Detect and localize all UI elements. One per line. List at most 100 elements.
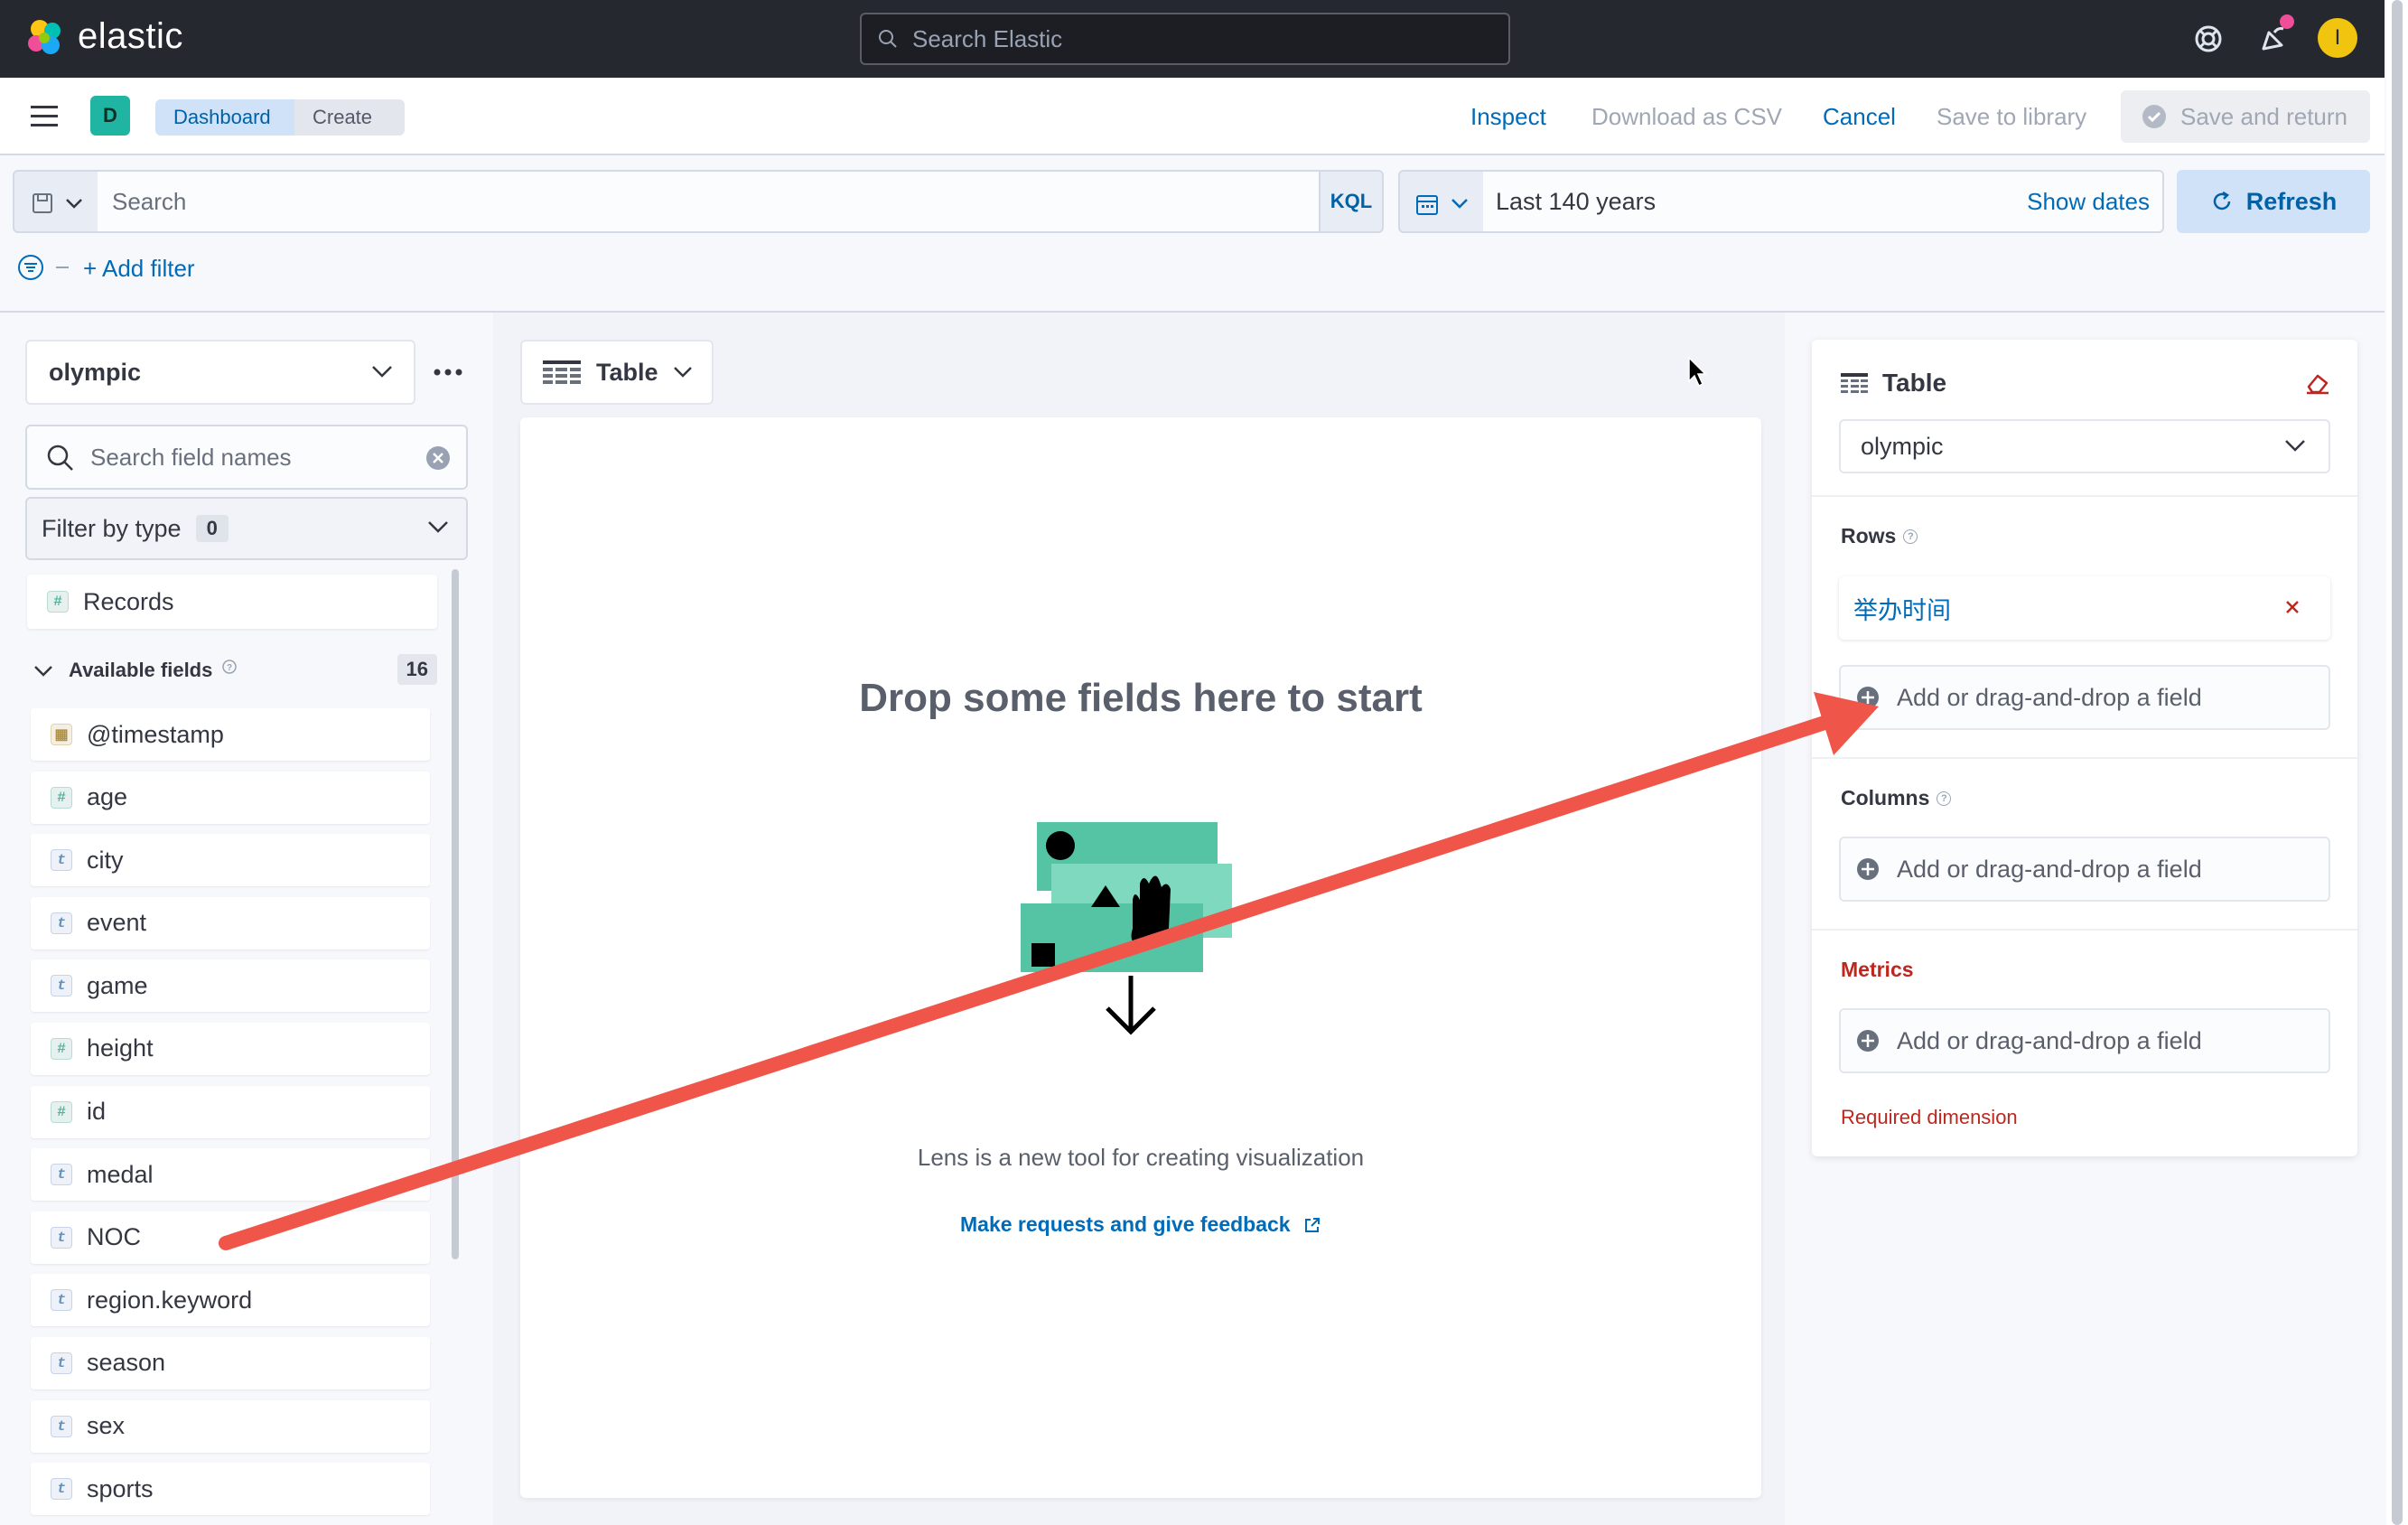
section-divider — [1812, 495, 2357, 497]
field-item[interactable]: t season — [31, 1336, 430, 1389]
notification-dot — [2280, 14, 2294, 29]
show-dates-link[interactable]: Show dates — [2027, 188, 2150, 216]
more-options-icon[interactable] — [432, 360, 464, 385]
global-search-input[interactable] — [912, 24, 1454, 53]
svg-text:?: ? — [227, 663, 232, 673]
user-avatar[interactable]: I — [2318, 18, 2357, 58]
layer-index-select[interactable]: olympic — [1839, 419, 2330, 473]
filter-by-type-button[interactable]: Filter by type 0 — [25, 497, 468, 560]
index-pattern-label: olympic — [49, 358, 142, 386]
cancel-link[interactable]: Cancel — [1823, 103, 1896, 131]
columns-label: Columns ? — [1841, 786, 1952, 810]
field-item[interactable]: t region.keyword — [31, 1274, 430, 1327]
metrics-add-field-button[interactable]: Add or drag-and-drop a field — [1839, 1008, 2330, 1073]
metrics-label: Metrics — [1841, 958, 1914, 981]
space-avatar[interactable]: D — [90, 96, 130, 136]
feedback-link-label: Make requests and give feedback — [960, 1212, 1291, 1236]
field-search-input[interactable] — [90, 443, 397, 472]
index-pattern-select[interactable]: olympic — [25, 340, 415, 405]
chevron-down-icon — [1451, 199, 1468, 209]
feedback-link[interactable]: Make requests and give feedback — [520, 1212, 1761, 1237]
field-item[interactable]: t sex — [31, 1399, 430, 1453]
clear-icon[interactable] — [425, 444, 452, 472]
time-range-label: Last 140 years — [1496, 187, 1657, 215]
available-fields-toggle[interactable]: Available fields ? 16 — [33, 652, 437, 688]
string-type-icon: t — [51, 849, 72, 872]
field-item[interactable]: # age — [31, 771, 430, 824]
field-item[interactable]: t medal — [31, 1148, 430, 1202]
columns-add-field-button[interactable]: Add or drag-and-drop a field — [1839, 837, 2330, 902]
chevron-down-icon — [2285, 440, 2305, 452]
sidebar-scrollbar[interactable] — [452, 569, 459, 1259]
row-dimension-label[interactable]: 举办时间 — [1853, 591, 1951, 626]
app-bar: D Dashboard Create Inspect Download as C… — [0, 78, 2385, 155]
elastic-logo-icon[interactable] — [25, 18, 65, 58]
records-field[interactable]: # Records — [27, 575, 437, 629]
number-type-icon: # — [51, 786, 72, 809]
refresh-label: Refresh — [2245, 187, 2338, 215]
info-icon[interactable]: ? — [221, 659, 238, 675]
number-type-icon: # — [51, 1100, 72, 1123]
field-item[interactable]: t sports — [31, 1463, 430, 1516]
drop-zone[interactable]: Drop some fields here to start Lens is a… — [520, 417, 1761, 1498]
brand-name[interactable]: elastic — [78, 16, 183, 57]
field-item[interactable]: t game — [31, 959, 430, 1013]
layer-title[interactable]: Table — [1841, 369, 1946, 398]
page-scrollbar[interactable] — [2392, 0, 2403, 1525]
chevron-down-icon — [674, 367, 692, 378]
required-dimension-message: Required dimension — [1841, 1106, 2018, 1128]
field-name: region.keyword — [87, 1286, 253, 1314]
date-type-icon: ▦ — [51, 724, 72, 745]
columns-label-text: Columns — [1841, 786, 1930, 809]
chevron-down-icon — [428, 521, 448, 533]
rows-add-field-label: Add or drag-and-drop a field — [1897, 683, 2202, 711]
field-item[interactable]: t event — [31, 896, 430, 950]
global-search[interactable] — [860, 13, 1510, 65]
string-type-icon: t — [51, 1415, 72, 1437]
inspect-link[interactable]: Inspect — [1470, 103, 1546, 131]
search-icon — [879, 30, 897, 48]
field-item[interactable]: ▦ @timestamp — [31, 708, 430, 761]
saved-query-button[interactable] — [13, 170, 99, 233]
breadcrumb-dashboard[interactable]: Dashboard — [155, 99, 302, 136]
time-range-field[interactable]: Last 140 years Show dates — [1483, 170, 2164, 233]
save-and-return-button[interactable]: Save and return — [2121, 90, 2370, 143]
save-to-library-link[interactable]: Save to library — [1937, 103, 2086, 131]
field-item[interactable]: t city — [31, 834, 430, 887]
breadcrumb-create: Create — [294, 99, 405, 136]
info-icon[interactable]: ? — [1903, 529, 1918, 544]
field-search[interactable] — [25, 425, 468, 490]
available-fields-count: 16 — [397, 654, 437, 685]
filter-options-icon[interactable] — [16, 253, 45, 282]
table-icon — [1841, 373, 1868, 393]
help-icon[interactable] — [2189, 20, 2227, 58]
query-search[interactable] — [98, 170, 1321, 233]
field-item[interactable]: # id — [31, 1085, 430, 1138]
rows-add-field-button[interactable]: Add or drag-and-drop a field — [1839, 665, 2330, 730]
row-dimension-item[interactable]: 举办时间 — [1839, 576, 2330, 640]
available-fields-label: Available fields — [69, 659, 213, 681]
menu-icon[interactable] — [29, 103, 61, 130]
string-type-icon: t — [51, 912, 72, 934]
string-type-icon: t — [51, 1289, 72, 1312]
field-name: height — [87, 1034, 154, 1062]
number-type-icon: # — [51, 1037, 72, 1060]
date-quick-menu[interactable] — [1398, 170, 1485, 233]
field-item[interactable]: t NOC — [31, 1211, 430, 1264]
download-csv-link[interactable]: Download as CSV — [1591, 103, 1782, 131]
clear-layer-icon[interactable] — [2303, 370, 2330, 396]
remove-icon[interactable] — [2282, 596, 2303, 618]
field-item[interactable]: # height — [31, 1022, 430, 1075]
visualization-type-switcher[interactable]: Table — [520, 340, 714, 405]
field-name: game — [87, 971, 148, 999]
string-type-icon: t — [51, 1352, 72, 1374]
refresh-button[interactable]: Refresh — [2177, 170, 2370, 233]
info-icon[interactable]: ? — [1937, 791, 1952, 806]
field-name: sex — [87, 1412, 126, 1440]
available-fields-list: ▦ @timestamp # age t city t event t game # height # i… — [31, 708, 430, 1525]
field-name: id — [87, 1098, 107, 1126]
query-input[interactable] — [112, 187, 1196, 216]
field-name: city — [87, 846, 124, 874]
query-language-button[interactable]: KQL — [1319, 170, 1384, 233]
add-filter-button[interactable]: + Add filter — [83, 255, 195, 283]
